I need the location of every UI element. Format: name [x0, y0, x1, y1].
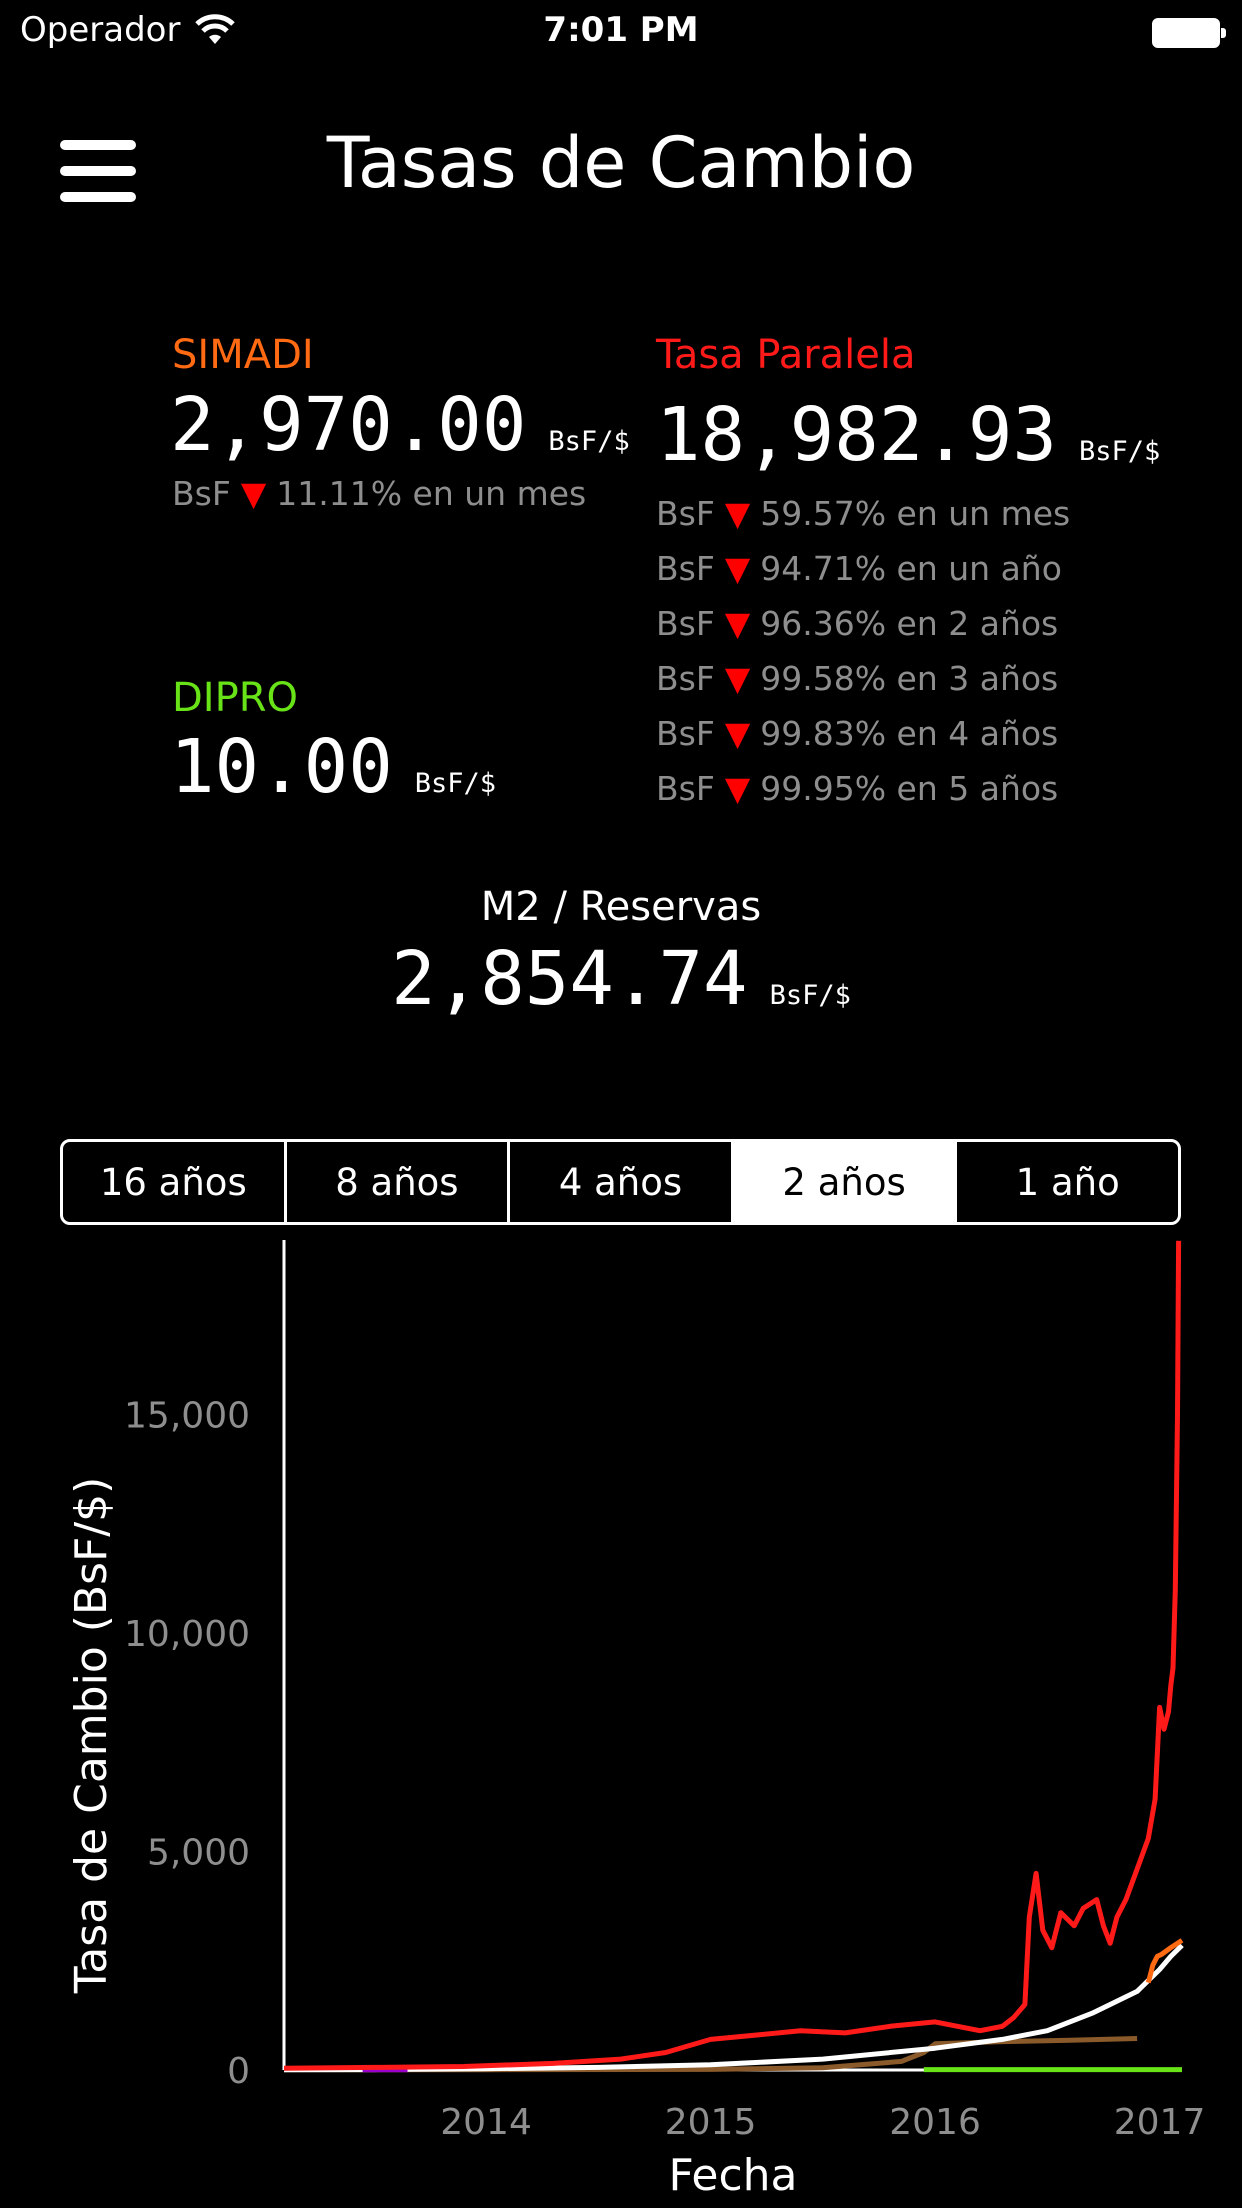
paralela-change-row: BsF ▼ 94.71% en un año [656, 549, 1070, 604]
paralela-label: Tasa Paralela [656, 332, 916, 378]
m2-label: M2 / Reservas [480, 884, 762, 930]
dipro-value: 10.00 [170, 724, 393, 810]
y-tick-label: 15,000 [124, 1396, 250, 1437]
y-tick-label: 5,000 [147, 1833, 250, 1874]
down-arrow-icon: ▼ [724, 494, 751, 533]
range-16-years-tab[interactable]: 16 años [63, 1142, 287, 1222]
range-segmented-control[interactable]: 16 años 8 años 4 años 2 años 1 año [60, 1139, 1181, 1225]
dipro-unit: BsF/$ [414, 768, 497, 799]
down-arrow-icon: ▼ [240, 474, 267, 513]
paralela-unit: BsF/$ [1078, 436, 1161, 467]
currency-prefix: BsF [172, 474, 231, 513]
x-tick-label: 2016 [889, 2102, 981, 2143]
x-tick-label: 2014 [440, 2102, 532, 2143]
series-line [283, 1943, 1184, 2073]
paralela-change-row: BsF ▼ 96.36% en 2 años [656, 604, 1070, 659]
change-text: 94.71% en un año [760, 549, 1062, 588]
dipro-rate: 10.00 BsF/$ [170, 724, 496, 810]
series-line [283, 1240, 1182, 2071]
paralela-change-row: BsF ▼ 99.95% en 5 años [656, 769, 1070, 824]
currency-prefix: BsF [656, 549, 715, 588]
paralela-value: 18,982.93 [656, 392, 1057, 478]
currency-prefix: BsF [656, 714, 715, 753]
change-text: 11.11% en un mes [276, 474, 587, 513]
range-8-years-tab[interactable]: 8 años [287, 1142, 511, 1222]
down-arrow-icon: ▼ [724, 604, 751, 643]
range-4-years-tab[interactable]: 4 años [510, 1142, 734, 1222]
change-text: 96.36% en 2 años [760, 604, 1059, 643]
y-tick-label: 10,000 [124, 1614, 250, 1655]
currency-prefix: BsF [656, 494, 715, 533]
y-axis-label: Tasa de Cambio (BsF/$) [66, 1477, 117, 1995]
status-bar: Operador 7:01 PM [0, 0, 1242, 62]
paralela-change-row: BsF ▼ 59.57% en un mes [656, 494, 1070, 549]
currency-prefix: BsF [656, 659, 715, 698]
exchange-rate-chart: 0 5,000 10,000 15,000 2014 2015 2016 2017 Fech… [66, 1240, 1206, 2201]
paralela-changes: BsF ▼ 59.57% en un mes BsF ▼ 94.71% en un añ… [656, 494, 1070, 824]
x-tick-label: 2015 [665, 2102, 757, 2143]
m2-value: 2,854.74 [391, 936, 748, 1022]
battery-icon [1152, 18, 1226, 48]
simadi-rate: 2,970.00 BsF/$ [170, 382, 630, 468]
change-text: 99.95% en 5 años [760, 769, 1059, 808]
paralela-change-row: BsF ▼ 99.83% en 4 años [656, 714, 1070, 769]
m2-unit: BsF/$ [769, 980, 851, 1011]
change-text: 99.83% en 4 años [760, 714, 1059, 753]
m2-rate: 2,854.74 BsF/$ [0, 936, 1242, 1022]
down-arrow-icon: ▼ [724, 549, 751, 588]
range-1-year-tab[interactable]: 1 año [957, 1142, 1178, 1222]
paralela-change-row: BsF ▼ 99.58% en 3 años [656, 659, 1070, 714]
simadi-change: BsF ▼ 11.11% en un mes [172, 474, 586, 513]
dipro-label: DIPRO [172, 675, 298, 721]
x-tick-label: 2017 [1114, 2102, 1206, 2143]
clock: 7:01 PM [543, 10, 699, 50]
paralela-rate: 18,982.93 BsF/$ [656, 392, 1160, 478]
change-text: 99.58% en 3 años [760, 659, 1059, 698]
simadi-value: 2,970.00 [170, 382, 527, 468]
down-arrow-icon: ▼ [724, 659, 751, 698]
currency-prefix: BsF [656, 604, 715, 643]
range-2-years-tab[interactable]: 2 años [733, 1142, 958, 1222]
down-arrow-icon: ▼ [724, 769, 751, 808]
currency-prefix: BsF [656, 769, 715, 808]
down-arrow-icon: ▼ [724, 714, 751, 753]
x-axis-label: Fecha [668, 2150, 797, 2201]
simadi-unit: BsF/$ [548, 426, 630, 457]
y-tick-label: 0 [227, 2051, 250, 2092]
change-text: 59.57% en un mes [760, 494, 1071, 533]
simadi-label: SIMADI [172, 332, 314, 378]
page-title: Tasas de Cambio [326, 122, 916, 204]
